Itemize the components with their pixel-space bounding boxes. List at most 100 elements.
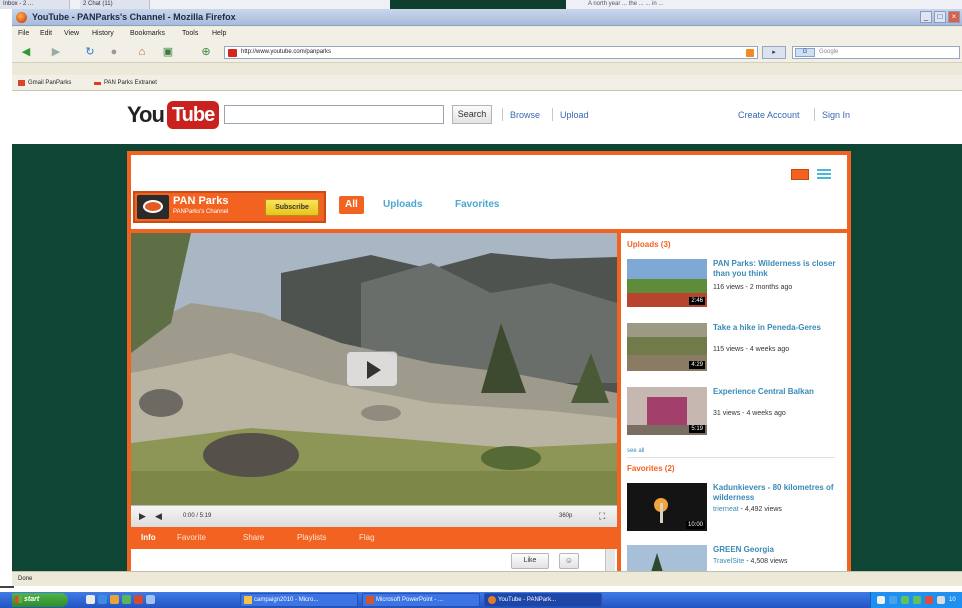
pan-parks-logo[interactable] bbox=[137, 195, 169, 219]
rss-feed-icon[interactable] bbox=[746, 49, 754, 57]
url-bar[interactable]: http://www.youtube.com/panparks bbox=[224, 46, 758, 59]
tab-favorite[interactable]: Favorite bbox=[177, 532, 206, 543]
bookmark-label: Gmail PanParks bbox=[28, 80, 72, 86]
back-arrow-icon[interactable]: ◀ bbox=[18, 44, 34, 60]
taskbar-item-firefox[interactable]: YouTube - PANPark... bbox=[484, 593, 602, 607]
youtube-logo[interactable]: You Tube bbox=[127, 100, 220, 130]
close-button[interactable]: × bbox=[948, 11, 960, 23]
search-engine-icon[interactable]: G bbox=[795, 48, 815, 57]
tray-icon[interactable] bbox=[925, 596, 933, 604]
tray-icon[interactable] bbox=[889, 596, 897, 604]
clock[interactable]: 10 bbox=[949, 594, 956, 606]
quicklaunch-media-icon[interactable] bbox=[134, 595, 143, 604]
create-account-link[interactable]: Create Account bbox=[738, 109, 800, 121]
duration-badge: 4:29 bbox=[689, 361, 705, 369]
scrollbar[interactable] bbox=[605, 549, 615, 571]
quality-selector[interactable]: 360p bbox=[559, 512, 572, 521]
like-button[interactable]: Like bbox=[511, 553, 549, 569]
video-thumbnail[interactable]: 10:00 bbox=[627, 483, 707, 531]
tab-all[interactable]: All bbox=[339, 196, 364, 214]
video-title[interactable]: Take a hike in Peneda-Geres bbox=[713, 323, 841, 333]
dislike-icon[interactable]: ☺ bbox=[559, 553, 579, 569]
fullscreen-icon[interactable]: ⛶ bbox=[599, 510, 605, 523]
forward-arrow-icon[interactable]: ▶ bbox=[48, 44, 64, 60]
video-meta: 115 views - 4 weeks ago bbox=[713, 346, 790, 353]
see-all-link[interactable]: see all bbox=[627, 447, 644, 456]
list-item[interactable]: GREEN Georgia TravelSite - 4,508 views bbox=[627, 545, 843, 571]
stop-icon[interactable]: ● bbox=[106, 44, 122, 60]
background-tab[interactable]: Inbox - 2 ... bbox=[0, 0, 70, 9]
video-thumbnail[interactable]: 4:29 bbox=[627, 323, 707, 371]
menu-bookmarks[interactable]: Bookmarks bbox=[130, 28, 165, 40]
logo-you: You bbox=[127, 102, 165, 127]
quicklaunch-ie-icon[interactable] bbox=[98, 595, 107, 604]
subscribe-button[interactable]: Subscribe bbox=[265, 199, 319, 216]
tab-favorites[interactable]: Favorites bbox=[455, 198, 499, 212]
quicklaunch-app-icon[interactable] bbox=[146, 595, 155, 604]
menu-view[interactable]: View bbox=[64, 28, 79, 40]
quicklaunch-desktop-icon[interactable] bbox=[86, 595, 95, 604]
video-title[interactable]: PAN Parks: Wilderness is closer than you… bbox=[713, 259, 841, 279]
tab-share[interactable]: Share bbox=[243, 532, 264, 543]
task-label: YouTube - PANPark... bbox=[498, 597, 557, 603]
menu-file[interactable]: File bbox=[18, 28, 29, 40]
favorites-heading[interactable]: Favorites (2) bbox=[627, 463, 675, 475]
uploader-link[interactable]: trierneat bbox=[713, 506, 739, 513]
bookmark-gmail[interactable]: Gmail PanParks bbox=[18, 77, 71, 89]
tab-uploads[interactable]: Uploads bbox=[383, 198, 422, 212]
list-item[interactable]: 10:00 Kadunkievers - 80 kilometres of wi… bbox=[627, 483, 843, 541]
tray-icon[interactable] bbox=[877, 596, 885, 604]
uploader-link[interactable]: TravelSite bbox=[713, 558, 744, 565]
video-title[interactable]: GREEN Georgia bbox=[713, 545, 841, 555]
bookmark-icon[interactable]: ▣ bbox=[160, 44, 176, 60]
new-tab-icon[interactable]: ⊕ bbox=[198, 44, 214, 60]
taskbar-item-word[interactable]: campaign2010 - Micro... bbox=[240, 593, 358, 607]
reload-icon[interactable]: ↻ bbox=[82, 44, 98, 60]
sidebar: Uploads (3) 2:46 PAN Parks: Wilderness i… bbox=[621, 233, 847, 571]
quicklaunch-folder-icon[interactable] bbox=[110, 595, 119, 604]
browse-link[interactable]: Browse bbox=[510, 109, 540, 121]
go-button[interactable]: ▸ bbox=[762, 46, 786, 59]
quicklaunch-app-icon[interactable] bbox=[122, 595, 131, 604]
bookmark-extranet[interactable]: PAN Parks Extranet bbox=[94, 77, 157, 89]
menu-bar: File Edit View History Bookmarks Tools H… bbox=[12, 27, 962, 41]
volume-icon[interactable]: ◀ bbox=[155, 510, 162, 523]
menu-help[interactable]: Help bbox=[212, 28, 226, 40]
minimize-button[interactable]: _ bbox=[920, 11, 932, 23]
home-icon[interactable]: ⌂ bbox=[134, 44, 150, 60]
tray-icon[interactable] bbox=[913, 596, 921, 604]
video-thumbnail[interactable] bbox=[627, 545, 707, 571]
tab-flag[interactable]: Flag bbox=[359, 532, 375, 543]
play-pause-icon[interactable]: ▶ bbox=[139, 510, 146, 523]
menu-tools[interactable]: Tools bbox=[182, 28, 198, 40]
taskbar-item-powerpoint[interactable]: Microsoft PowerPoint - ... bbox=[362, 593, 480, 607]
play-icon[interactable] bbox=[346, 351, 398, 387]
upload-link[interactable]: Upload bbox=[560, 109, 589, 121]
list-view-icon[interactable] bbox=[817, 169, 831, 180]
tab-info[interactable]: Info bbox=[141, 532, 156, 543]
background-tab[interactable]: 2 Chat (11) bbox=[80, 0, 150, 9]
tray-icon[interactable] bbox=[901, 596, 909, 604]
sign-in-link[interactable]: Sign In bbox=[822, 109, 850, 121]
grid-view-icon[interactable] bbox=[791, 169, 809, 180]
video-thumbnail[interactable]: 2:46 bbox=[627, 259, 707, 307]
menu-history[interactable]: History bbox=[92, 28, 114, 40]
list-item[interactable]: 5:19 Experience Central Balkan 31 views … bbox=[627, 387, 843, 445]
tab-playlists[interactable]: Playlists bbox=[297, 532, 326, 543]
channel-name[interactable]: PAN Parks bbox=[173, 195, 228, 208]
list-item[interactable]: 2:46 PAN Parks: Wilderness is closer tha… bbox=[627, 259, 843, 317]
search-placeholder: Google bbox=[819, 49, 839, 55]
video-title[interactable]: Kadunkievers - 80 kilometres of wilderne… bbox=[713, 483, 841, 503]
uploads-heading[interactable]: Uploads (3) bbox=[627, 239, 671, 251]
video-thumbnail[interactable]: 5:19 bbox=[627, 387, 707, 435]
web-search-input[interactable]: G Google bbox=[792, 46, 960, 59]
youtube-search-button[interactable]: Search bbox=[452, 105, 492, 124]
tray-icon[interactable] bbox=[937, 596, 945, 604]
youtube-search-input[interactable] bbox=[224, 105, 444, 124]
maximize-button[interactable]: □ bbox=[934, 11, 946, 23]
video-title[interactable]: Experience Central Balkan bbox=[713, 387, 841, 397]
menu-edit[interactable]: Edit bbox=[40, 28, 52, 40]
video-frame[interactable] bbox=[131, 233, 617, 505]
list-item[interactable]: 4:29 Take a hike in Peneda-Geres 115 vie… bbox=[627, 323, 843, 381]
start-button[interactable]: start bbox=[12, 593, 68, 607]
